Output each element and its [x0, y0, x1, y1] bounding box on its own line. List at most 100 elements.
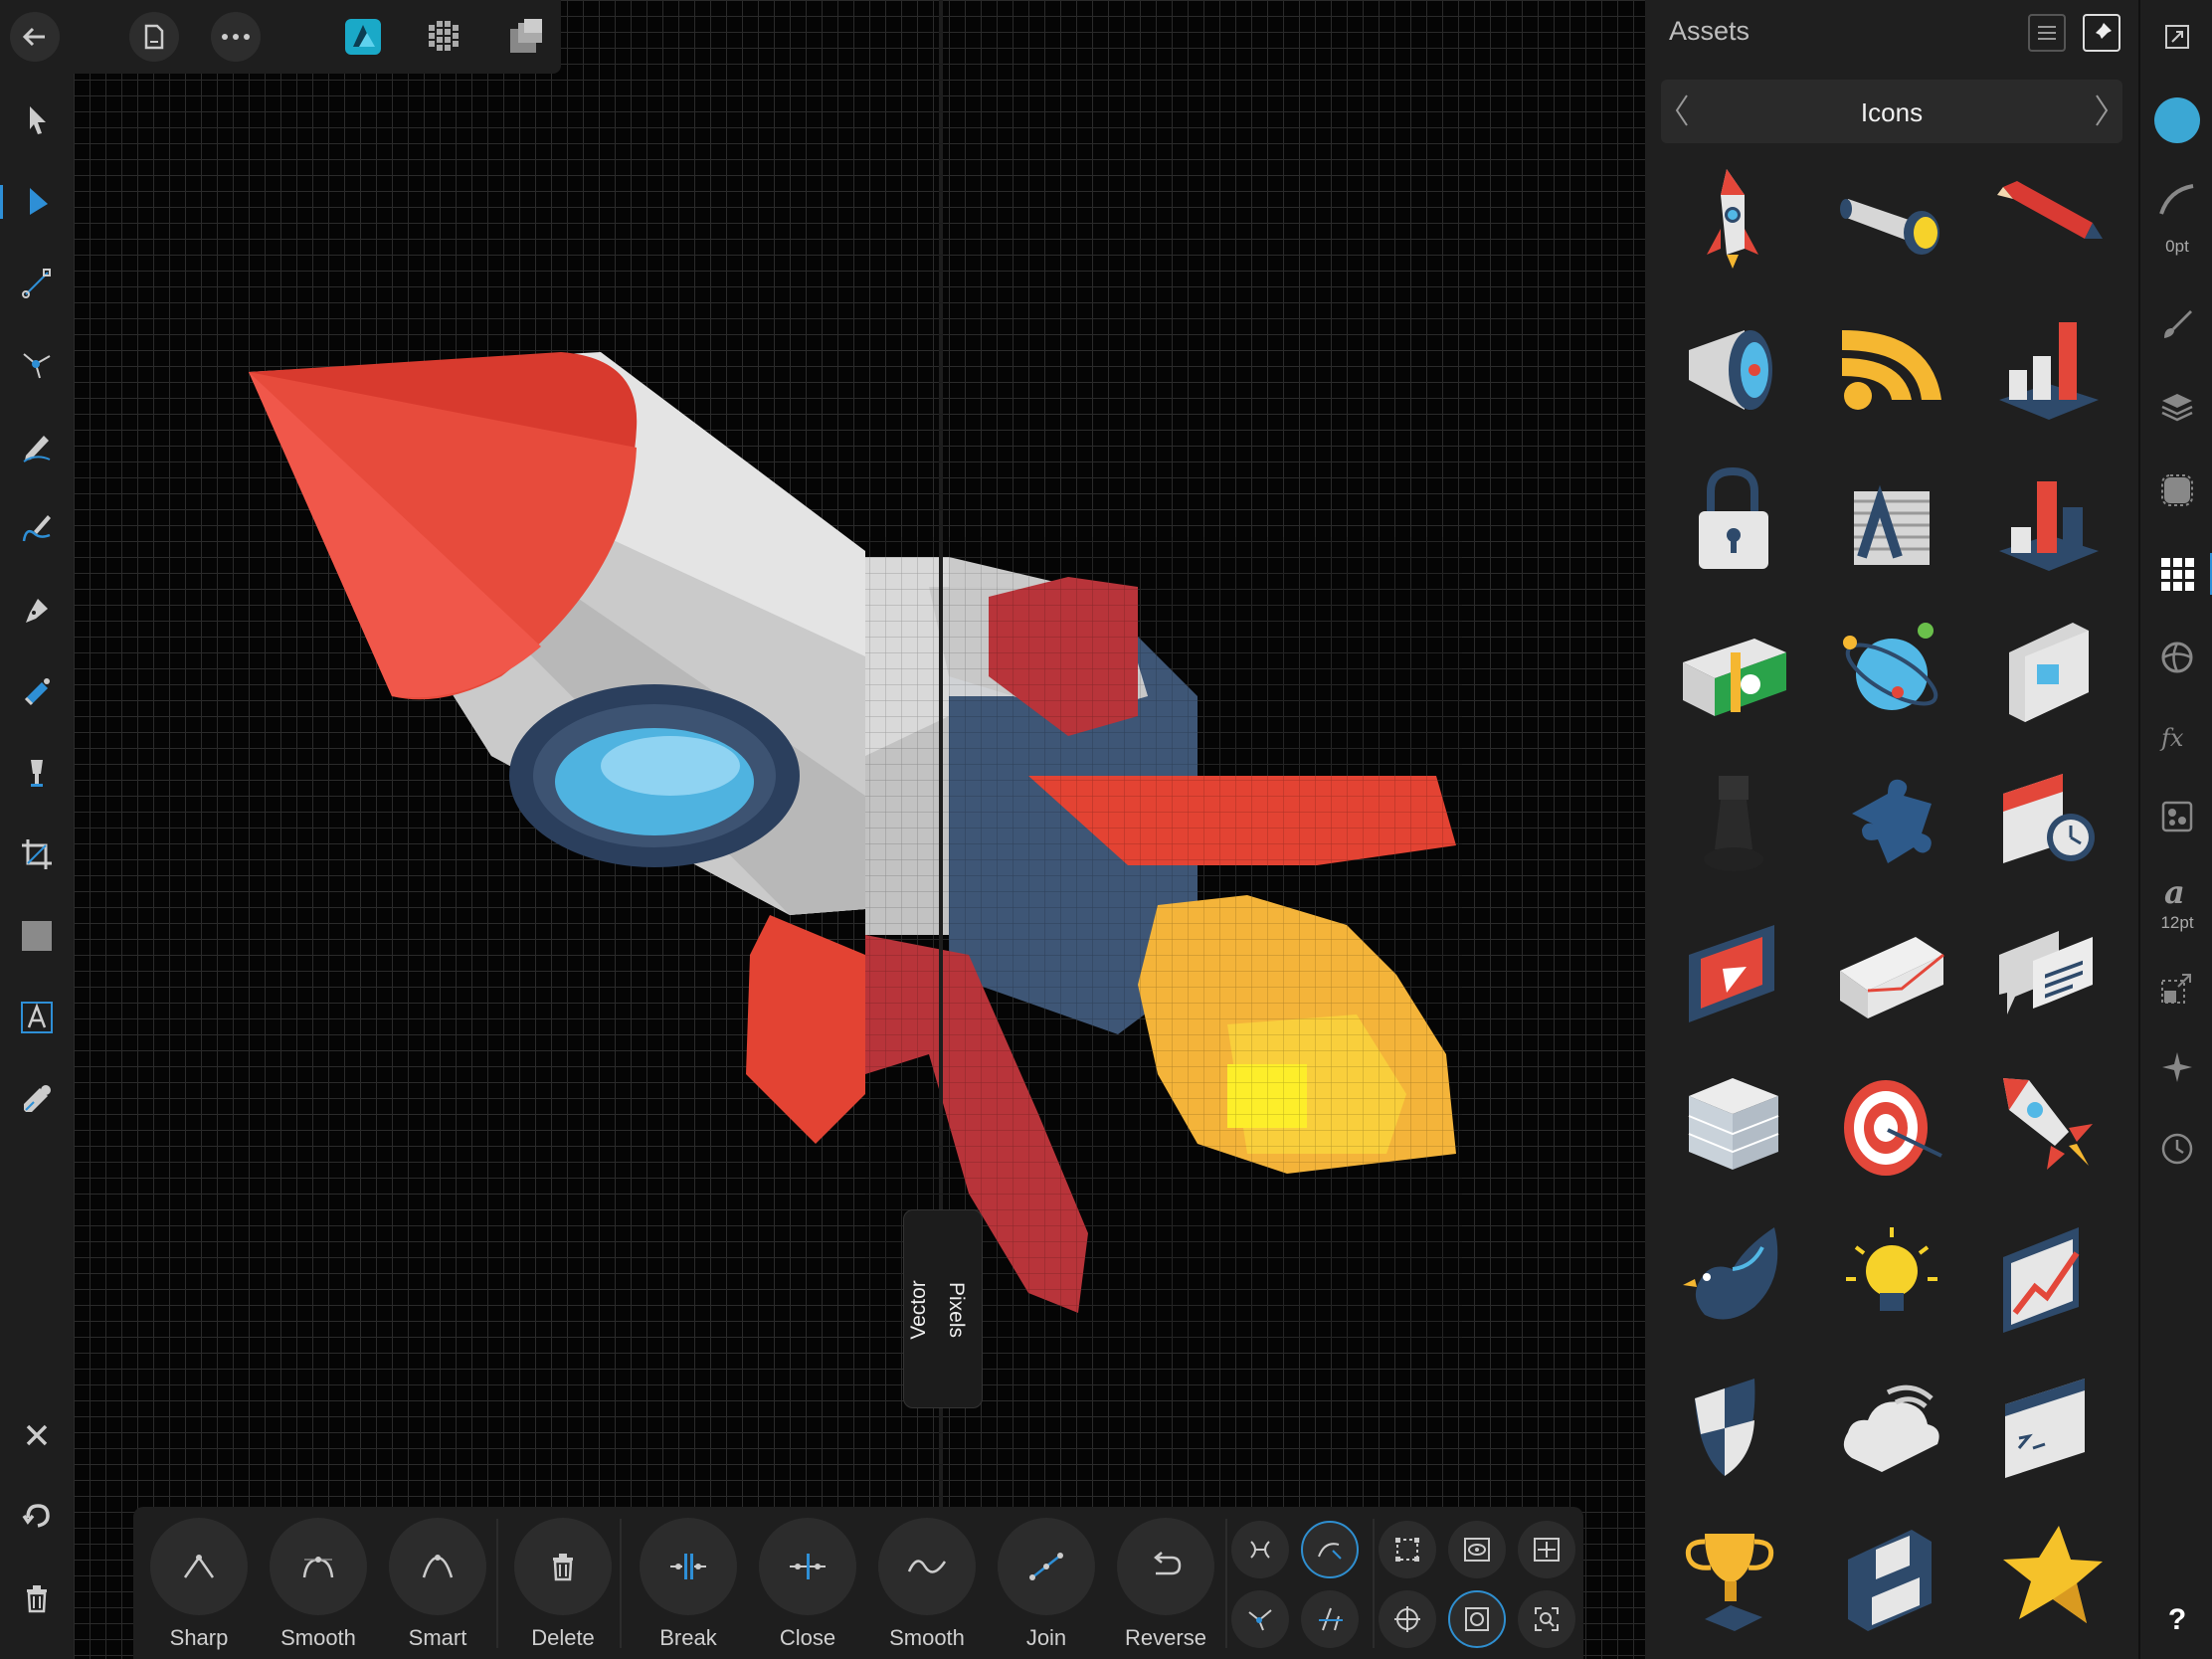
asset-bar-chart-red[interactable] [1979, 452, 2119, 591]
asset-video-play[interactable] [1665, 905, 1804, 1044]
move-tool[interactable] [12, 95, 62, 145]
fill-tool[interactable] [12, 666, 62, 716]
sharp-node-icon [183, 1555, 215, 1578]
preview-mode-button[interactable] [1448, 1521, 1506, 1578]
asset-terminal-window[interactable] [1979, 1359, 2119, 1498]
curve-mode-button[interactable] [1301, 1521, 1359, 1578]
asset-puzzle-piece[interactable] [1822, 754, 1961, 893]
color-studio-button[interactable] [2152, 633, 2202, 682]
chevron-right-icon[interactable] [2093, 93, 2111, 127]
help-button[interactable]: ? [2140, 1603, 2212, 1637]
point-transform-tool[interactable] [12, 340, 62, 390]
bounding-box-button[interactable] [1379, 1521, 1436, 1578]
transparency-tool[interactable] [12, 748, 62, 798]
asset-server[interactable] [1665, 1056, 1804, 1196]
asset-chat-bubbles[interactable] [1979, 905, 2119, 1044]
navigator-studio-button[interactable] [2152, 1042, 2202, 1092]
asset-document-image[interactable] [1979, 603, 2119, 742]
color-picker-tool[interactable] [12, 1074, 62, 1124]
asset-calendar-clock[interactable] [1979, 754, 2119, 893]
node-tool[interactable] [0, 177, 62, 227]
asset-envelope[interactable] [1822, 905, 1961, 1044]
asset-flashlight[interactable] [1822, 149, 1961, 288]
styles-studio-button[interactable] [2152, 792, 2202, 841]
sharp-button[interactable]: Sharp [139, 1518, 259, 1651]
assets-pin-button[interactable] [2083, 14, 2120, 52]
smooth-button[interactable]: Smooth [259, 1518, 378, 1651]
show-handles-button[interactable] [1231, 1590, 1289, 1648]
asset-rss[interactable] [1822, 300, 1961, 440]
designer-persona-button[interactable] [338, 12, 388, 62]
asset-light-bulb[interactable] [1822, 1207, 1961, 1347]
document-canvas[interactable]: Vector Pixels [74, 0, 1645, 1659]
close-button[interactable] [12, 1410, 62, 1460]
asset-trophy[interactable] [1665, 1510, 1804, 1649]
asset-rocket-launch[interactable] [1979, 1056, 2119, 1196]
pen-tool[interactable] [12, 585, 62, 635]
snapping-button[interactable] [1379, 1590, 1436, 1648]
node-arrow-icon [30, 188, 48, 215]
delete-node-button[interactable]: Delete [503, 1518, 623, 1651]
document-menu-button[interactable] [129, 12, 179, 62]
asset-money-stack[interactable] [1665, 603, 1804, 742]
pixel-persona-icon [429, 21, 459, 51]
selection-frame-icon [1465, 1607, 1489, 1631]
asset-bird[interactable] [1665, 1207, 1804, 1347]
shape-tool[interactable] [12, 911, 62, 961]
corner-tool[interactable] [12, 259, 62, 308]
asset-globe-orbit[interactable] [1822, 603, 1961, 742]
asset-shield[interactable] [1665, 1359, 1804, 1498]
assets-list-view-button[interactable] [2028, 14, 2066, 52]
color-wheel-icon [2161, 642, 2193, 673]
split-view-handle[interactable]: Vector Pixels [903, 1209, 983, 1408]
node-snap-button[interactable] [1301, 1590, 1359, 1648]
asset-megaphone[interactable] [1665, 300, 1804, 440]
asset-chess-pawn[interactable] [1665, 754, 1804, 893]
asset-rocket[interactable] [1665, 149, 1804, 288]
pixel-persona-button[interactable] [420, 12, 469, 62]
point-transform-icon [23, 353, 51, 379]
pencil-tool[interactable] [12, 422, 62, 471]
asset-padlock[interactable] [1665, 452, 1804, 591]
transform-studio-button[interactable] [2152, 963, 2202, 1013]
asset-bar-chart[interactable] [1979, 300, 2119, 440]
join-button[interactable]: Join [987, 1518, 1106, 1651]
break-button[interactable]: Break [629, 1518, 748, 1651]
history-studio-button[interactable] [2152, 1124, 2202, 1174]
smooth-curve-button[interactable]: Smooth [867, 1518, 987, 1651]
asset-target[interactable] [1822, 1056, 1961, 1196]
appearance-studio-button[interactable] [2152, 465, 2202, 515]
undo-button[interactable] [12, 1492, 62, 1542]
reverse-button[interactable]: Reverse [1106, 1518, 1225, 1651]
asset-pencil[interactable] [1979, 149, 2119, 288]
layers-studio-button[interactable] [2152, 382, 2202, 432]
fill-color-swatch[interactable] [2152, 95, 2202, 145]
vector-brush-tool[interactable] [12, 503, 62, 553]
delete-button[interactable] [12, 1573, 62, 1623]
stroke-button[interactable] [2152, 175, 2202, 225]
export-persona-button[interactable] [501, 12, 551, 62]
assets-studio-button[interactable] [2152, 549, 2202, 599]
asset-category-selector[interactable]: Icons [1661, 80, 2122, 143]
close-curve-button[interactable]: Close [748, 1518, 867, 1651]
more-button[interactable] [211, 12, 261, 62]
asset-cloud-wifi[interactable] [1822, 1359, 1961, 1498]
zoom-to-fit-button[interactable] [1518, 1590, 1575, 1648]
assets-grid-icon [2161, 558, 2194, 591]
asset-floppy-disk[interactable] [1822, 1510, 1961, 1649]
effects-studio-button[interactable]: fx [2152, 712, 2202, 762]
transform-mode-button[interactable] [1231, 1521, 1289, 1578]
fullscreen-button[interactable] [2152, 12, 2202, 62]
asset-growth-chart[interactable] [1979, 1207, 2119, 1347]
selection-mode-button[interactable] [1448, 1590, 1506, 1648]
asset-stacked-letter[interactable] [1822, 452, 1961, 591]
rocket-artwork[interactable] [74, 0, 1645, 1659]
brushes-studio-button[interactable] [2152, 298, 2202, 348]
back-button[interactable] [10, 12, 60, 62]
asset-star[interactable] [1979, 1510, 2119, 1649]
text-tool[interactable] [12, 993, 62, 1042]
text-studio-button[interactable]: a [2152, 867, 2202, 917]
align-button[interactable] [1518, 1521, 1575, 1578]
smart-button[interactable]: Smart [378, 1518, 497, 1651]
crop-tool[interactable] [12, 830, 62, 879]
